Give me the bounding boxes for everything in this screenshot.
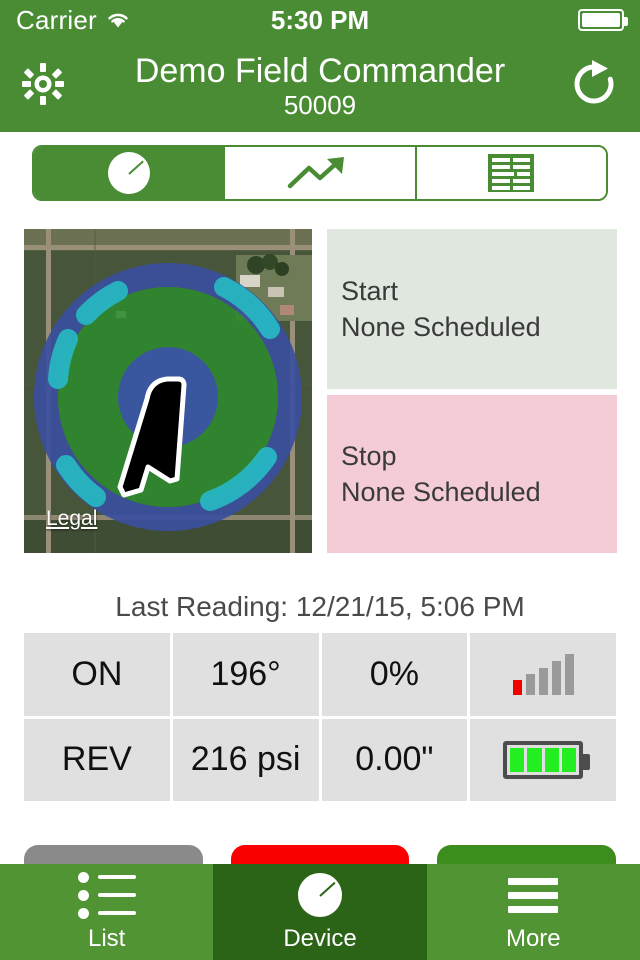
status-bar-right	[578, 9, 628, 31]
status-cell-direction[interactable]: REV	[24, 718, 170, 801]
view-mode-segmented-control[interactable]	[32, 145, 608, 201]
status-bar-left: Carrier	[16, 5, 131, 36]
segment-trend[interactable]	[223, 147, 415, 199]
status-cell-power[interactable]: ON	[24, 633, 170, 716]
wifi-icon	[105, 10, 131, 30]
start-schedule-panel[interactable]: Start None Scheduled	[327, 229, 617, 389]
status-cell-depth[interactable]: 0.00"	[321, 718, 468, 801]
satellite-image	[24, 229, 312, 553]
status-cell-signal[interactable]	[470, 633, 616, 716]
device-id-label: 50009	[283, 90, 357, 120]
start-value: None Scheduled	[341, 312, 541, 342]
stop-schedule-panel[interactable]: Stop None Scheduled	[327, 395, 617, 553]
gear-icon[interactable]	[20, 61, 66, 112]
battery-full-icon	[578, 9, 628, 31]
status-cell-angle[interactable]: 196°	[172, 633, 319, 716]
last-reading-label: Last Reading: 12/21/15, 5:06 PM	[115, 591, 525, 622]
table-icon	[488, 154, 535, 192]
pivot-map[interactable]: Legal	[24, 229, 312, 553]
segment-table[interactable]	[414, 147, 606, 199]
status-cell-percent[interactable]: 0%	[321, 633, 468, 716]
tab-list-label: List	[87, 925, 126, 952]
status-bar: Carrier 5:30 PM	[0, 0, 640, 40]
tab-more[interactable]: More	[426, 864, 640, 960]
nav-title-block: Demo Field Commander 50009	[0, 40, 640, 132]
tab-more-label: More	[505, 925, 561, 952]
gauge-icon	[107, 152, 150, 194]
app-root: Carrier 5:30 PM Demo Field Commander 500…	[0, 0, 640, 960]
stop-title: Stop	[341, 441, 397, 471]
trend-arrow-icon	[287, 156, 353, 190]
status-cell-battery[interactable]	[470, 718, 616, 801]
nav-bar: Demo Field Commander 50009	[0, 40, 640, 132]
signal-strength-icon	[512, 653, 574, 696]
stop-value: None Scheduled	[341, 477, 541, 507]
hamburger-icon	[508, 871, 559, 919]
page-title: Demo Field Commander	[134, 52, 506, 90]
tab-bar: List Device More	[0, 864, 640, 960]
tab-device-label: Device	[283, 925, 357, 952]
legal-link[interactable]: Legal	[46, 507, 97, 531]
tab-device[interactable]: Device	[213, 864, 427, 960]
tab-list[interactable]: List	[0, 864, 214, 960]
carrier-label: Carrier	[16, 4, 97, 35]
start-title: Start	[341, 276, 399, 306]
gauge-icon	[297, 871, 342, 919]
refresh-icon[interactable]	[568, 58, 620, 115]
segment-gauge[interactable]	[34, 147, 224, 199]
status-cell-pressure[interactable]: 216 psi	[172, 718, 319, 801]
list-icon	[77, 871, 136, 919]
status-table: ON 196° 0% REV 216 psi 0.00"	[24, 633, 616, 801]
battery-level-icon	[503, 740, 591, 779]
